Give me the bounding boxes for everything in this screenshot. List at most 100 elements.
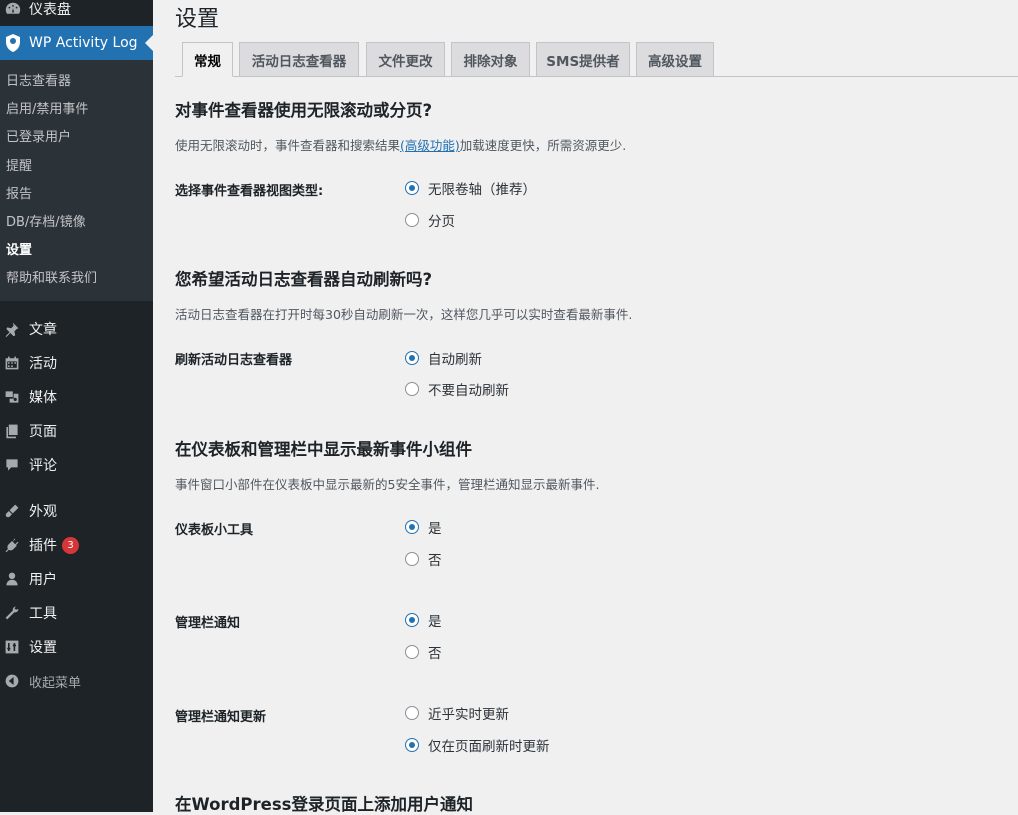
- radio-dot[interactable]: [405, 645, 419, 659]
- menu-label: 页面: [29, 424, 57, 440]
- radio-label: 不要自动刷新: [428, 383, 509, 399]
- menu-label: 活动: [29, 356, 57, 372]
- radio-label: 否: [428, 646, 442, 662]
- current-arrow: [145, 35, 153, 51]
- menu-item-users[interactable]: 用户: [0, 562, 153, 596]
- tab-sms-providers[interactable]: SMS提供者: [536, 42, 630, 76]
- menu-label: 用户: [29, 572, 57, 588]
- radio-admin-bar-no[interactable]: 否: [405, 642, 442, 662]
- radio-label: 分页: [428, 214, 455, 230]
- menu-item-pages[interactable]: 页面: [0, 414, 153, 448]
- tabs-divider: [175, 76, 1018, 77]
- menu-item-dashboard[interactable]: 仪表盘: [0, 0, 153, 26]
- menu-item-events[interactable]: 活动: [0, 346, 153, 380]
- menu-label: WP Activity Log: [29, 35, 138, 51]
- submenu-item-settings[interactable]: 设置: [6, 242, 32, 260]
- radio-infinite-scroll[interactable]: 无限卷轴（推荐）: [405, 178, 536, 198]
- radio-dot[interactable]: [405, 552, 419, 566]
- menu-item-wp-activity-log[interactable]: WP Activity Log: [0, 26, 153, 60]
- section-heading-view-type: 对事件查看器使用无限滚动或分页?: [175, 101, 433, 120]
- submenu-item-reports[interactable]: 报告: [6, 186, 32, 204]
- radio-label: 否: [428, 553, 442, 569]
- menu-item-settings[interactable]: 设置: [0, 630, 153, 664]
- submenu-item-notifications[interactable]: 提醒: [6, 158, 32, 176]
- tab-advanced[interactable]: 高级设置: [636, 42, 714, 76]
- radio-label: 自动刷新: [428, 352, 482, 368]
- radio-no-auto-refresh[interactable]: 不要自动刷新: [405, 379, 509, 399]
- field-label-admin-bar-notice: 管理栏通知: [175, 616, 241, 631]
- menu-label: 文章: [29, 322, 57, 338]
- user-icon: [2, 569, 22, 589]
- radio-dot[interactable]: [405, 351, 419, 365]
- menu-item-comments[interactable]: 评论: [0, 448, 153, 482]
- menu-label: 外观: [29, 504, 57, 520]
- field-label-admin-bar-update: 管理栏通知更新: [175, 710, 267, 725]
- radio-dot[interactable]: [405, 706, 419, 720]
- desc-text: 使用无限滚动时，事件查看器和搜索结果: [175, 138, 401, 153]
- menu-label: 仪表盘: [29, 2, 71, 18]
- radio-dot[interactable]: [405, 181, 419, 195]
- update-count-badge: 3: [62, 536, 79, 554]
- radio-dashboard-widget-yes[interactable]: 是: [405, 517, 442, 537]
- submenu-item-db-archive[interactable]: DB/存档/镜像: [6, 214, 86, 232]
- field-label-dashboard-widget: 仪表板小工具: [175, 523, 254, 538]
- shield-icon: [3, 33, 23, 53]
- plug-icon: [2, 535, 22, 555]
- section-heading-auto-refresh: 您希望活动日志查看器自动刷新吗?: [175, 270, 433, 289]
- field-label-refresh: 刷新活动日志查看器: [175, 353, 293, 368]
- media-icon: [2, 387, 22, 407]
- radio-pagination[interactable]: 分页: [405, 210, 455, 230]
- submenu-item-logged-in-users[interactable]: 已登录用户: [6, 129, 71, 147]
- tab-exclusions[interactable]: 排除对象: [451, 42, 530, 76]
- radio-dot[interactable]: [405, 213, 419, 227]
- radio-auto-refresh[interactable]: 自动刷新: [405, 348, 482, 368]
- section-description-view-type: 使用无限滚动时，事件查看器和搜索结果(高级功能)加载速度更快，所需资源更少.: [175, 135, 626, 154]
- page-icon: [2, 421, 22, 441]
- submenu: 日志查看器 启用/禁用事件 已登录用户 提醒 报告 DB/存档/镜像 设置 帮助…: [0, 60, 153, 301]
- section-description-auto-refresh: 活动日志查看器在打开时每30秒自动刷新一次，这样您几乎可以实时查看最新事件.: [175, 307, 633, 322]
- submenu-item-help[interactable]: 帮助和联系我们: [6, 270, 97, 288]
- tab-file-changes[interactable]: 文件更改: [366, 42, 445, 76]
- menu-label: 评论: [29, 458, 57, 474]
- radio-dot[interactable]: [405, 520, 419, 534]
- radio-dot[interactable]: [405, 738, 419, 752]
- tab-log-viewer[interactable]: 活动日志查看器: [239, 42, 359, 76]
- settings-icon: [2, 637, 22, 657]
- premium-feature-link[interactable]: (高级功能): [400, 138, 460, 153]
- section-heading-login-notice: 在WordPress登录页面上添加用户通知: [175, 795, 473, 814]
- radio-admin-bar-yes[interactable]: 是: [405, 610, 442, 630]
- menu-label: 媒体: [29, 390, 57, 406]
- wrench-icon: [2, 603, 22, 623]
- menu-item-appearance[interactable]: 外观: [0, 494, 153, 528]
- radio-update-realtime[interactable]: 近乎实时更新: [405, 703, 509, 723]
- radio-label: 无限卷轴（推荐）: [428, 182, 536, 198]
- submenu-item-log-viewer[interactable]: 日志查看器: [6, 73, 71, 91]
- radio-dot[interactable]: [405, 382, 419, 396]
- radio-label: 是: [428, 521, 442, 537]
- menu-item-tools[interactable]: 工具: [0, 596, 153, 630]
- menu-item-plugins[interactable]: 插件 3: [0, 528, 153, 562]
- submenu-item-enable-events[interactable]: 启用/禁用事件: [6, 101, 88, 119]
- menu-label: 工具: [29, 606, 57, 622]
- menu-item-posts[interactable]: 文章: [0, 312, 153, 346]
- menu-label: 收起菜单: [29, 675, 82, 691]
- comment-icon: [2, 455, 22, 475]
- tab-general[interactable]: 常规: [182, 42, 233, 77]
- menu-item-media[interactable]: 媒体: [0, 380, 153, 414]
- calendar-icon: [2, 353, 22, 373]
- desc-text: 加载速度更快，所需资源更少.: [459, 138, 627, 153]
- menu-label: 设置: [29, 640, 57, 656]
- admin-sidebar: 仪表盘 WP Activity Log 日志查看器 启用/禁用事件 已登录用户 …: [0, 0, 153, 812]
- dashboard-icon: [3, 0, 23, 19]
- radio-label: 是: [428, 614, 442, 630]
- radio-update-on-refresh[interactable]: 仅在页面刷新时更新: [405, 735, 550, 755]
- page-title: 设置: [175, 7, 220, 32]
- section-description-widgets: 事件窗口小部件在仪表板中显示最新的5安全事件，管理栏通知显示最新事件.: [175, 477, 600, 492]
- pin-icon: [2, 319, 22, 339]
- brush-icon: [2, 501, 22, 521]
- radio-dashboard-widget-no[interactable]: 否: [405, 549, 442, 569]
- radio-dot[interactable]: [405, 613, 419, 627]
- collapse-menu-button[interactable]: 收起菜单: [0, 664, 153, 698]
- section-heading-widgets: 在仪表板和管理栏中显示最新事件小组件: [175, 440, 472, 459]
- field-label-view-type: 选择事件查看器视图类型:: [175, 184, 324, 199]
